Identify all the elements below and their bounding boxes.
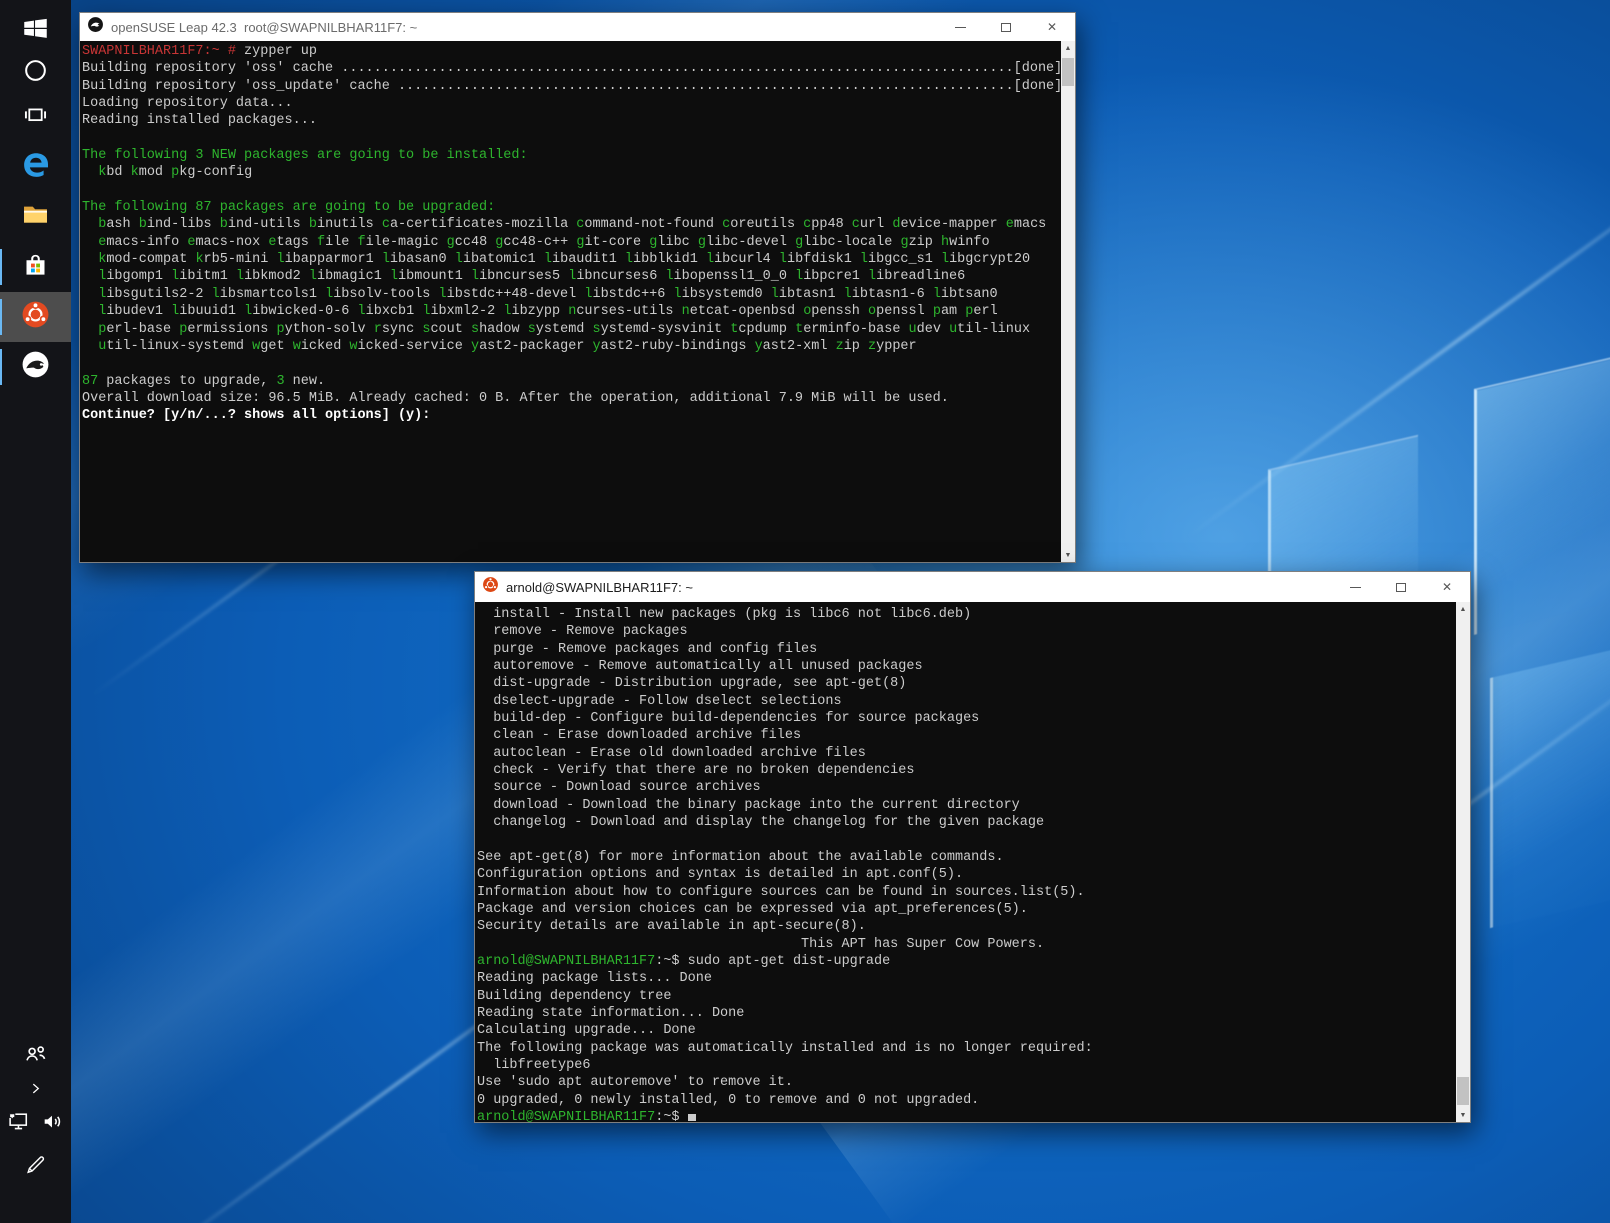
terminal-line: source - Download source archives: [477, 779, 1456, 796]
terminal-line: libfreetype6: [477, 1057, 1456, 1074]
ubuntu-icon: [482, 576, 499, 598]
taskbar-item-store[interactable]: [0, 242, 71, 292]
close-button[interactable]: ✕: [1029, 13, 1075, 41]
minimize-button[interactable]: [1332, 572, 1378, 602]
terminal-line: dist-upgrade - Distribution upgrade, see…: [477, 675, 1456, 692]
terminal-line: Building repository 'oss_update' cache .…: [82, 78, 1061, 95]
terminal-line: Package and version choices can be expre…: [477, 901, 1456, 918]
terminal-line: arnold@SWAPNILBHAR11F7:~$: [477, 1109, 1456, 1122]
terminal-line: Building repository 'oss' cache ........…: [82, 60, 1061, 77]
scroll-down-button[interactable]: ▼: [1456, 1108, 1470, 1122]
terminal-line: Configuration options and syntax is deta…: [477, 866, 1456, 883]
terminal-line: arnold@SWAPNILBHAR11F7:~$ sudo apt-get d…: [477, 953, 1456, 970]
start-button[interactable]: [0, 8, 71, 48]
maximize-button[interactable]: [983, 13, 1029, 41]
terminal-line: Building dependency tree: [477, 988, 1456, 1005]
ubuntu-terminal-output[interactable]: install - Install new packages (pkg is l…: [475, 602, 1456, 1122]
terminal-line: libgomp1 libitm1 libkmod2 libmagic1 libm…: [82, 268, 1061, 285]
terminal-line: clean - Erase downloaded archive files: [477, 727, 1456, 744]
store-icon: [22, 251, 49, 283]
taskbar-item-ubuntu[interactable]: [0, 292, 71, 342]
terminal-line: dselect-upgrade - Follow dselect selecti…: [477, 693, 1456, 710]
terminal-line: See apt-get(8) for more information abou…: [477, 849, 1456, 866]
scroll-thumb[interactable]: [1457, 1077, 1469, 1105]
terminal-line: changelog - Download and display the cha…: [477, 814, 1456, 831]
wallpaper-window-pane: [1490, 650, 1610, 928]
terminal-line: The following 3 NEW packages are going t…: [82, 147, 1061, 164]
ubuntu-scrollbar[interactable]: ▲ ▼: [1456, 602, 1470, 1122]
terminal-line: Security details are available in apt-se…: [477, 918, 1456, 935]
show-hidden-icons-button[interactable]: [0, 1081, 71, 1096]
edge-icon: [20, 149, 52, 186]
taskbar-item-file-explorer[interactable]: [0, 192, 71, 242]
terminal-line: autoremove - Remove automatically all un…: [477, 658, 1456, 675]
volume-icon[interactable]: [40, 1109, 65, 1139]
terminal-line: check - Verify that there are no broken …: [477, 762, 1456, 779]
wallpaper-window-pane: [1474, 355, 1610, 635]
terminal-line: kbd kmod pkg-config: [82, 164, 1061, 181]
terminal-line: [82, 182, 1061, 199]
terminal-line: purge - Remove packages and config files: [477, 641, 1456, 658]
opensuse-scrollbar[interactable]: ▲ ▼: [1061, 41, 1075, 562]
terminal-line: The following 87 packages are going to b…: [82, 199, 1061, 216]
terminal-line: Overall download size: 96.5 MiB. Already…: [82, 390, 1061, 407]
terminal-line: This APT has Super Cow Powers.: [477, 936, 1456, 953]
minimize-button[interactable]: [937, 13, 983, 41]
terminal-line: bash bind-libs bind-utils binutils ca-ce…: [82, 216, 1061, 233]
terminal-line: Reading state information... Done: [477, 1005, 1456, 1022]
terminal-line: perl-base permissions python-solv rsync …: [82, 321, 1061, 338]
windows-ink-button[interactable]: [0, 1152, 71, 1177]
taskbar-item-opensuse[interactable]: [0, 342, 71, 392]
terminal-line: 0 upgraded, 0 newly installed, 0 to remo…: [477, 1092, 1456, 1109]
network-status-icon[interactable]: [7, 1109, 32, 1139]
terminal-line: Reading installed packages...: [82, 112, 1061, 129]
terminal-line: download - Download the binary package i…: [477, 797, 1456, 814]
terminal-line: install - Install new packages (pkg is l…: [477, 606, 1456, 623]
opensuse-terminal-window[interactable]: openSUSE Leap 42.3 root@SWAPNILBHAR11F7:…: [79, 12, 1076, 563]
cortana-button[interactable]: [0, 48, 71, 92]
terminal-line: Continue? [y/n/...? shows all options] (…: [82, 407, 1061, 424]
opensuse-geeko-icon: [20, 349, 51, 385]
taskbar: [0, 0, 71, 1223]
terminal-line: kmod-compat krb5-mini libapparmor1 libas…: [82, 251, 1061, 268]
terminal-line: Reading package lists... Done: [477, 970, 1456, 987]
terminal-line: Use 'sudo apt autoremove' to remove it.: [477, 1074, 1456, 1091]
opensuse-geeko-icon: [87, 16, 104, 38]
scroll-thumb[interactable]: [1062, 58, 1074, 86]
terminal-line: [82, 355, 1061, 372]
maximize-button[interactable]: [1378, 572, 1424, 602]
ubuntu-window-title: arnold@SWAPNILBHAR11F7: ~: [506, 580, 693, 595]
opensuse-window-title: openSUSE Leap 42.3 root@SWAPNILBHAR11F7:…: [111, 20, 417, 35]
terminal-cursor: [688, 1114, 696, 1121]
people-button[interactable]: [0, 1041, 71, 1068]
terminal-line: The following package was automatically …: [477, 1040, 1456, 1057]
terminal-line: emacs-info emacs-nox etags file file-mag…: [82, 234, 1061, 251]
terminal-line: 87 packages to upgrade, 3 new.: [82, 373, 1061, 390]
ubuntu-icon: [20, 299, 51, 335]
folder-icon: [21, 200, 50, 234]
terminal-line: libudev1 libuuid1 libwicked-0-6 libxcb1 …: [82, 303, 1061, 320]
terminal-line: remove - Remove packages: [477, 623, 1456, 640]
terminal-line: SWAPNILBHAR11F7:~ # zypper up: [82, 43, 1061, 60]
terminal-line: Calculating upgrade... Done: [477, 1022, 1456, 1039]
ubuntu-terminal-window[interactable]: arnold@SWAPNILBHAR11F7: ~ ✕ install - In…: [474, 571, 1471, 1123]
opensuse-titlebar[interactable]: openSUSE Leap 42.3 root@SWAPNILBHAR11F7:…: [80, 13, 1075, 41]
terminal-line: Information about how to configure sourc…: [477, 884, 1456, 901]
scroll-up-button[interactable]: ▲: [1061, 41, 1075, 55]
terminal-line: Loading repository data...: [82, 95, 1061, 112]
task-view-button[interactable]: [0, 92, 71, 136]
close-button[interactable]: ✕: [1424, 572, 1470, 602]
terminal-line: build-dep - Configure build-dependencies…: [477, 710, 1456, 727]
terminal-line: libsgutils2-2 libsmartcols1 libsolv-tool…: [82, 286, 1061, 303]
taskbar-item-edge[interactable]: [0, 142, 71, 192]
ubuntu-titlebar[interactable]: arnold@SWAPNILBHAR11F7: ~ ✕: [475, 572, 1470, 602]
scroll-up-button[interactable]: ▲: [1456, 602, 1470, 616]
opensuse-terminal-output[interactable]: SWAPNILBHAR11F7:~ # zypper upBuilding re…: [80, 41, 1061, 562]
terminal-line: util-linux-systemd wget wicked wicked-se…: [82, 338, 1061, 355]
scroll-down-button[interactable]: ▼: [1061, 548, 1075, 562]
terminal-line: [82, 130, 1061, 147]
desktop: openSUSE Leap 42.3 root@SWAPNILBHAR11F7:…: [0, 0, 1610, 1223]
terminal-line: [477, 831, 1456, 848]
terminal-line: autoclean - Erase old downloaded archive…: [477, 745, 1456, 762]
